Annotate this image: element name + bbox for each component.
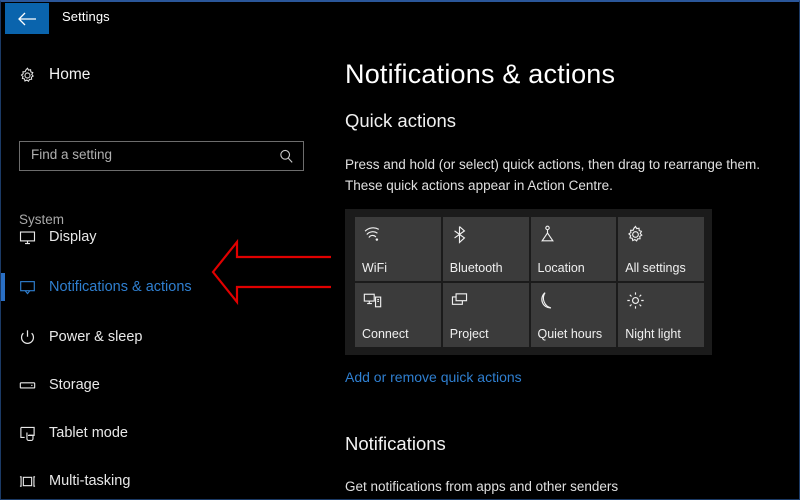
back-arrow-icon	[17, 12, 37, 26]
sidebar-item-display[interactable]: Display	[1, 222, 331, 252]
sidebar-item-label: Display	[49, 229, 97, 245]
quick-actions-description: Press and hold (or select) quick actions…	[345, 157, 760, 193]
quick-action-tile-all-settings[interactable]: All settings	[618, 217, 704, 281]
gear-icon	[18, 66, 36, 84]
monitor-icon	[18, 228, 36, 246]
quick-action-label: Quiet hours	[537, 327, 603, 341]
connect-icon	[362, 290, 382, 310]
sidebar-item-label: Home	[49, 66, 91, 83]
quick-action-label: Connect	[362, 327, 409, 341]
sidebar-item-label: Notifications & actions	[49, 279, 192, 295]
page-title: Notifications & actions	[345, 59, 616, 89]
drive-icon	[18, 376, 36, 394]
window-title: Settings	[62, 9, 110, 24]
location-icon	[538, 224, 558, 244]
notification-icon	[18, 278, 36, 296]
sidebar-item-multi-tasking[interactable]: Multi-tasking	[1, 466, 331, 496]
quick-action-tile-project[interactable]: Project	[442, 283, 529, 347]
quick-action-tile-bluetooth[interactable]: Bluetooth	[442, 217, 529, 281]
sidebar-item-label: Multi-tasking	[49, 473, 131, 489]
quick-actions-heading: Quick actions	[345, 110, 457, 131]
sidebar: Home System Display	[1, 36, 331, 499]
sidebar-item-label: Tablet mode	[49, 425, 128, 441]
quick-action-label: Night light	[625, 327, 681, 341]
sidebar-item-label: Storage	[49, 377, 100, 393]
quick-action-tile-wifi[interactable]: WiFi	[355, 217, 441, 281]
quick-actions-grid: WiFi Bluetooth Location All settings Con…	[345, 209, 712, 355]
quick-action-label: Location	[537, 261, 585, 275]
sidebar-item-home[interactable]: Home	[1, 60, 331, 90]
quick-action-tile-quiet-hours[interactable]: Quiet hours	[530, 283, 617, 347]
search-box[interactable]	[19, 141, 304, 171]
quick-action-label: Bluetooth	[449, 261, 503, 275]
search-icon	[278, 148, 295, 165]
notifications-description: Get notifications from apps and other se…	[345, 479, 619, 494]
sidebar-item-notifications-and-actions[interactable]: Notifications & actions	[1, 272, 331, 302]
quick-action-tile-connect[interactable]: Connect	[355, 283, 441, 347]
content-pane: Notifications & actions Quick actions Pr…	[331, 36, 799, 499]
bluetooth-icon	[450, 224, 470, 244]
multitasking-icon	[18, 472, 36, 490]
search-input[interactable]	[31, 147, 261, 162]
quick-action-label: WiFi	[362, 261, 387, 275]
settings-window: Settings Home System	[0, 0, 800, 500]
power-icon	[18, 328, 36, 346]
sidebar-item-power-and-sleep[interactable]: Power & sleep	[1, 322, 331, 352]
title-bar: Settings	[1, 2, 799, 36]
notifications-heading: Notifications	[345, 433, 446, 454]
sun-icon	[625, 290, 645, 310]
moon-icon	[538, 290, 558, 310]
gear-icon	[625, 224, 645, 244]
sidebar-item-tablet-mode[interactable]: Tablet mode	[1, 418, 331, 448]
sidebar-item-storage[interactable]: Storage	[1, 370, 331, 400]
quick-action-label: Project	[449, 327, 489, 341]
quick-action-label: All settings	[625, 261, 686, 275]
quick-action-tile-night-light[interactable]: Night light	[618, 283, 704, 347]
add-or-remove-quick-actions-link[interactable]: Add or remove quick actions	[345, 369, 522, 385]
quick-action-tile-location[interactable]: Location	[530, 217, 617, 281]
sidebar-item-label: Power & sleep	[49, 329, 143, 345]
project-icon	[450, 290, 470, 310]
tablet-hand-icon	[18, 424, 36, 442]
back-button[interactable]	[5, 3, 49, 34]
wifi-icon	[362, 224, 382, 244]
